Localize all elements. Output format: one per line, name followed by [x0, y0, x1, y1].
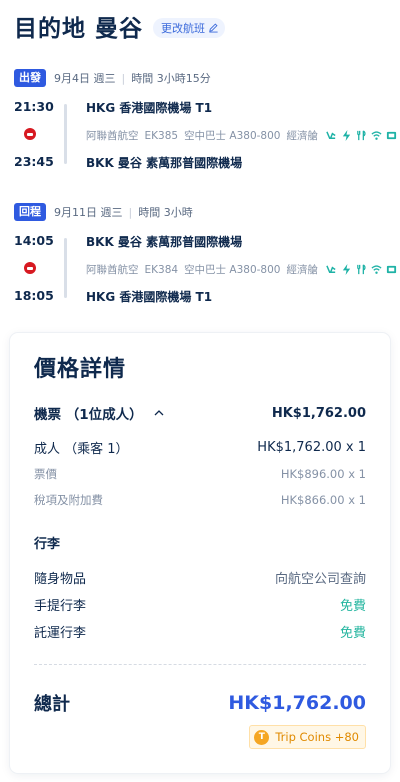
- wifi-icon: [371, 265, 382, 274]
- cabin-class: 經濟艙: [286, 264, 318, 276]
- change-flight-button[interactable]: 更改航班: [153, 17, 226, 38]
- divider: |: [121, 71, 126, 85]
- fare-row: 票價 HK$896.00 x 1: [34, 466, 366, 482]
- carry-on-value: 免費: [339, 599, 366, 614]
- flight-number: EK384: [144, 263, 179, 276]
- departure-time: 21:30: [14, 99, 54, 114]
- segment-body: 21:30 HKG 香港國際機場 T1 阿聯酋航空 EK385 空中巴士 A38…: [14, 98, 397, 178]
- ticket-label: 機票 （1位成人）: [34, 407, 143, 423]
- wifi-icon: [371, 131, 382, 140]
- total-value: HK$1,762.00: [228, 692, 366, 714]
- price-details-card: 價格詳情 機票 （1位成人） HK$1,762.00 成人 （乘客 1） HK$…: [10, 333, 390, 773]
- arrival-time: 23:45: [14, 154, 54, 169]
- ticket-total: HK$1,762.00: [271, 405, 366, 421]
- flight-details: 阿聯酋航空 EK384 空中巴士 A380-800 經濟艙: [86, 262, 397, 277]
- personal-item-value: 向航空公司查詢: [274, 572, 366, 587]
- departure-time: 14:05: [14, 233, 54, 248]
- tax-label: 稅項及附加費: [34, 493, 103, 507]
- chevron-up-icon[interactable]: [153, 407, 165, 419]
- departure-airport: HKG 香港國際機場 T1: [86, 101, 213, 115]
- segment-date: 9月11日 週三: [54, 206, 123, 219]
- flight-number: EK385: [144, 129, 179, 142]
- segment-duration: 時間 3小時15分: [131, 72, 211, 85]
- power-icon: [342, 264, 351, 275]
- segment-header: 回程 9月11日 週三 | 時間 3小時: [14, 203, 386, 221]
- divider: [34, 664, 366, 665]
- segment-duration: 時間 3小時: [138, 206, 193, 219]
- total-label: 總計: [34, 694, 70, 715]
- meal-icon: [357, 130, 366, 141]
- return-badge: 回程: [14, 203, 46, 221]
- carry-on-label: 手提行李: [34, 599, 87, 614]
- adult-row: 成人 （乘客 1） HK$1,762.00 x 1: [34, 438, 366, 457]
- fare-value: HK$896.00 x 1: [280, 467, 366, 481]
- divider: |: [128, 205, 133, 219]
- arrival-time: 18:05: [14, 288, 54, 303]
- carry-on-row: 手提行李 免費: [34, 595, 366, 614]
- ticket-row[interactable]: 機票 （1位成人） HK$1,762.00: [34, 403, 366, 424]
- entertainment-icon: [386, 131, 397, 140]
- personal-item-row: 隨身物品 向航空公司查詢: [34, 568, 366, 587]
- price-details-title: 價格詳情: [34, 357, 127, 382]
- departure-airport: BKK 曼谷 素萬那普國際機場: [86, 235, 243, 249]
- entertainment-icon: [386, 265, 397, 274]
- arrival-airport: BKK 曼谷 素萬那普國際機場: [86, 156, 243, 170]
- adult-label: 成人 （乘客 1）: [34, 442, 129, 457]
- tax-value: HK$866.00 x 1: [280, 493, 366, 507]
- checked-bag-row: 託運行李 免費: [34, 622, 366, 641]
- checked-bag-value: 免費: [339, 626, 366, 641]
- baggage-title: 行李: [34, 537, 61, 552]
- flight-details: 阿聯酋航空 EK385 空中巴士 A380-800 經濟艙: [86, 128, 397, 143]
- airline-name: 阿聯酋航空: [86, 264, 139, 276]
- page-title: 目的地 曼谷: [14, 16, 144, 42]
- return-segment: 回程 9月11日 週三 | 時間 3小時 14:05 BKK 曼谷 素萬那普國際…: [14, 203, 397, 312]
- edit-icon: [209, 23, 218, 33]
- coin-icon: T: [254, 729, 270, 745]
- route-line: [64, 238, 67, 298]
- cabin-class: 經濟艙: [286, 130, 318, 142]
- amenities: [326, 130, 397, 141]
- checked-bag-label: 託運行李: [34, 626, 87, 641]
- flight-booking-page: 目的地 曼谷 更改航班 出發 9月4日 週三 | 時間 3小時15分 21:30…: [0, 0, 400, 782]
- airline-logo-icon: [24, 128, 36, 140]
- outbound-badge: 出發: [14, 69, 46, 87]
- airline-name: 阿聯酋航空: [86, 130, 139, 142]
- segment-date: 9月4日 週三: [54, 72, 116, 85]
- baggage-section-title: 行李: [34, 533, 366, 552]
- power-icon: [342, 130, 351, 141]
- seat-recline-icon: [326, 131, 336, 139]
- amenities: [326, 264, 397, 275]
- seat-recline-icon: [326, 265, 336, 273]
- meal-icon: [357, 264, 366, 275]
- total-row: 總計 HK$1,762.00: [34, 690, 366, 716]
- route-line: [64, 104, 67, 164]
- outbound-segment: 出發 9月4日 週三 | 時間 3小時15分 21:30 HKG 香港國際機場 …: [14, 69, 397, 178]
- personal-item-label: 隨身物品: [34, 572, 87, 587]
- change-flight-label: 更改航班: [161, 21, 206, 35]
- fare-label: 票價: [34, 467, 57, 481]
- ticket-toggle[interactable]: 機票 （1位成人）: [34, 403, 165, 423]
- airline-logo-icon: [24, 262, 36, 274]
- aircraft-type: 空中巴士 A380-800: [184, 130, 281, 142]
- tax-row: 稅項及附加費 HK$866.00 x 1: [34, 492, 366, 508]
- adult-value: HK$1,762.00 x 1: [257, 440, 366, 455]
- trip-coins-badge: T Trip Coins +80: [249, 725, 366, 749]
- aircraft-type: 空中巴士 A380-800: [184, 264, 281, 276]
- page-header: 目的地 曼谷 更改航班: [14, 9, 226, 43]
- arrival-airport: HKG 香港國際機場 T1: [86, 290, 213, 304]
- segment-body: 14:05 BKK 曼谷 素萬那普國際機場 阿聯酋航空 EK384 空中巴士 A…: [14, 232, 397, 312]
- segment-header: 出發 9月4日 週三 | 時間 3小時15分: [14, 69, 386, 87]
- trip-coins-label: Trip Coins +80: [275, 730, 359, 744]
